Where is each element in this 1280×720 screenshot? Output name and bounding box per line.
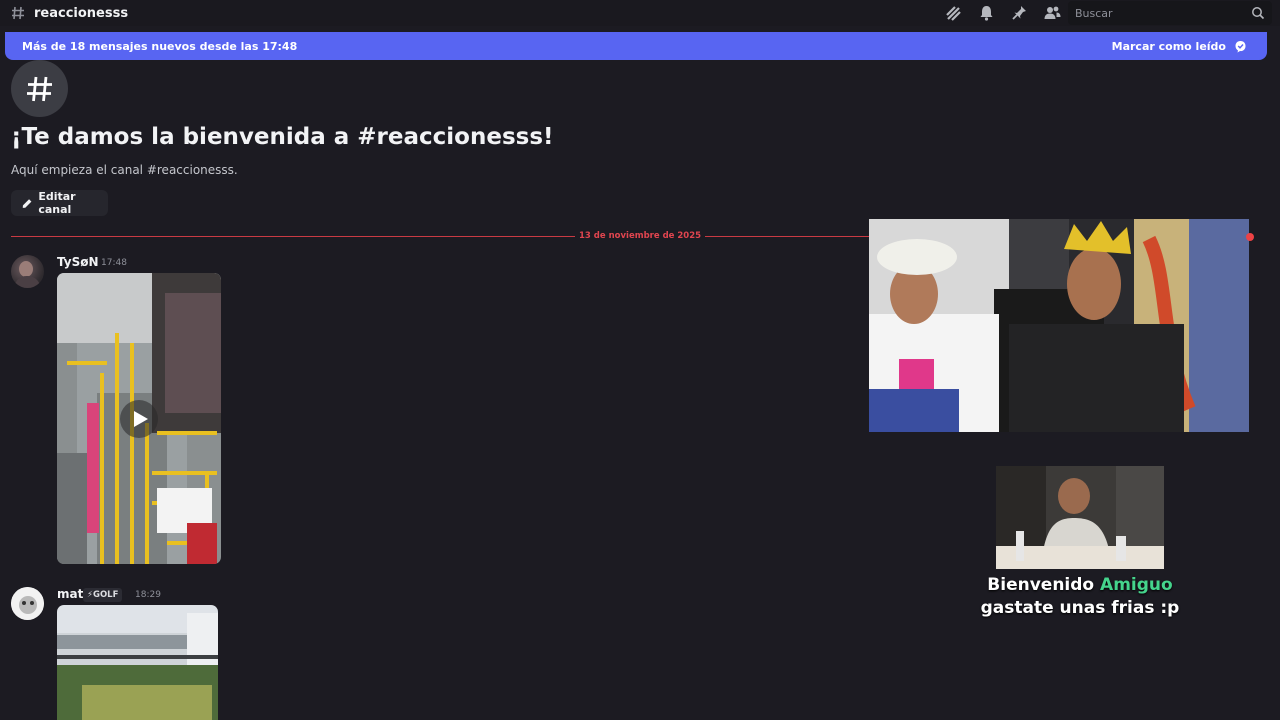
welcome-title: ¡Te damos la bienvenida a #reaccionesss! bbox=[11, 124, 554, 150]
video-attachment[interactable] bbox=[57, 605, 218, 720]
alert-message: gastate unas frias :p bbox=[980, 598, 1180, 618]
avatar-image bbox=[14, 261, 41, 288]
new-messages-text: Más de 18 mensajes nuevos desde las 17:4… bbox=[22, 39, 298, 53]
mark-as-read-button[interactable]: Marcar como leído bbox=[1112, 40, 1247, 53]
channel-hash-avatar bbox=[11, 60, 68, 117]
pin-icon[interactable] bbox=[1010, 4, 1029, 22]
hash-icon bbox=[26, 76, 52, 101]
channel-title: reaccionesss bbox=[34, 5, 129, 21]
mark-as-read-label: Marcar como leído bbox=[1111, 39, 1226, 53]
alert-greeting: Bienvenido Amiguo bbox=[960, 575, 1200, 595]
members-icon[interactable] bbox=[1043, 4, 1062, 22]
message-author[interactable]: mat bbox=[57, 587, 83, 601]
threads-icon[interactable] bbox=[944, 4, 963, 22]
edit-channel-label: Editar canal bbox=[38, 190, 76, 216]
alert-gif bbox=[996, 466, 1164, 569]
welcome-subtitle: Aquí empieza el canal #reaccionesss. bbox=[11, 163, 238, 177]
search-icon[interactable] bbox=[1251, 6, 1265, 20]
alert-greeting-name: Amiguo bbox=[1100, 575, 1173, 595]
alert-image bbox=[996, 466, 1164, 569]
webcam-overlay bbox=[869, 219, 1249, 432]
message-timestamp: 18:29 bbox=[135, 590, 161, 600]
play-icon bbox=[134, 411, 148, 427]
webcam-image bbox=[869, 219, 1249, 432]
mark-read-icon bbox=[1235, 40, 1246, 52]
message-timestamp: 17:48 bbox=[101, 258, 127, 268]
live-indicator-dot bbox=[1246, 233, 1254, 241]
avatar-image bbox=[11, 587, 44, 620]
video-thumbnail bbox=[57, 605, 218, 720]
divider-date: 13 de noviembre de 2025 bbox=[575, 231, 706, 241]
bell-icon[interactable] bbox=[977, 4, 996, 22]
pencil-icon bbox=[22, 198, 32, 208]
guild-tag-badge[interactable]: ⚡GOLF bbox=[83, 588, 123, 602]
avatar[interactable] bbox=[11, 255, 44, 288]
header-toolbar bbox=[944, 4, 1062, 22]
avatar[interactable] bbox=[11, 587, 44, 620]
new-messages-banner[interactable]: Más de 18 mensajes nuevos desde las 17:4… bbox=[5, 32, 1267, 60]
alert-greeting-word: Bienvenido bbox=[987, 575, 1095, 595]
search-box[interactable] bbox=[1068, 1, 1272, 25]
hash-icon bbox=[12, 6, 24, 20]
message-author[interactable]: TySøN bbox=[57, 255, 99, 269]
edit-channel-button[interactable]: Editar canal bbox=[11, 190, 108, 216]
play-button[interactable] bbox=[120, 400, 158, 438]
search-input[interactable] bbox=[1075, 6, 1245, 20]
channel-header: reaccionesss bbox=[0, 0, 1280, 26]
